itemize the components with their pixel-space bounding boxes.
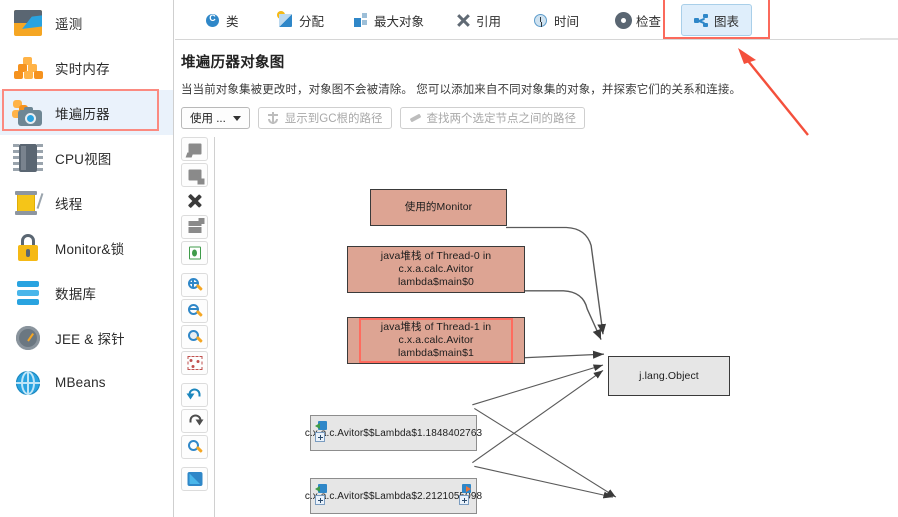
tab-label: 类: [226, 14, 239, 29]
database-icon: [11, 276, 45, 310]
graph-edges: [471, 226, 617, 499]
sidebar-item-label: Monitor&锁: [55, 241, 125, 257]
expand-outgoing-button[interactable]: [459, 495, 469, 505]
page-description: 当当前对象集被更改时，对象图不会被清除。 您可以添加来自不同对象集的对象，并探索…: [181, 84, 742, 96]
heap-walker-camera-icon: [11, 96, 45, 130]
sidebar-item-label: 数据库: [55, 286, 97, 302]
anchor-icon: [267, 111, 280, 125]
sidebar-item-jee-probes[interactable]: JEE & 探针: [0, 315, 173, 360]
incoming-reference-icon[interactable]: [315, 421, 328, 442]
show-path-to-gc-root-button[interactable]: 显示到GC根的路径: [257, 107, 392, 129]
tab-allocations[interactable]: 分配: [270, 4, 333, 36]
tab-label: 时间: [554, 14, 580, 29]
graph-node-label: 使用的Monitor: [404, 201, 473, 213]
telemetry-icon: [11, 6, 45, 40]
references-scissors-icon: [456, 13, 471, 28]
graph-node-monitor[interactable]: 使用的Monitor: [370, 189, 507, 226]
sidebar-item-label: MBeans: [55, 375, 106, 390]
graph-node-label: java堆栈 of Thread-1 in c.x.a.calc.Avitor …: [380, 321, 492, 359]
biggest-objects-icon: [354, 12, 369, 28]
graph-icon: [693, 13, 709, 28]
sidebar-item-cpu-views[interactable]: CPU视图: [0, 135, 173, 180]
page-title: 堆遍历器对象图: [181, 55, 285, 71]
graph-node-lambda-1[interactable]: c.x.a.c.Avitor$$Lambda$1.1848402763: [305, 415, 482, 451]
graph-panel: 使用的Monitor java堆栈 of Thread-0 in c.x.a.c…: [181, 137, 898, 517]
expand-incoming-button[interactable]: [315, 495, 325, 505]
graph-vertical-toolbar: [181, 137, 210, 517]
gauge-icon: [11, 321, 45, 355]
content-pane: 堆遍历器对象图 当当前对象集被更改时，对象图不会被清除。 您可以添加来自不同对象…: [175, 40, 898, 517]
undo-icon[interactable]: [181, 383, 208, 407]
tab-label: 分配: [299, 14, 325, 29]
zoom-in-icon[interactable]: [181, 273, 208, 297]
sidebar-item-heap-walker[interactable]: 堆遍历器: [0, 90, 173, 135]
sidebar-item-mbeans[interactable]: MBeans: [0, 360, 173, 405]
chevron-down-icon: [232, 115, 241, 121]
graph-action-buttons: 使用 ... 显示到GC根的路径 查找两个选定节点之间的路径: [181, 106, 586, 130]
tab-label: 最大对象: [374, 14, 425, 29]
outgoing-reference-icon[interactable]: [459, 484, 472, 505]
sidebar-item-telemetry[interactable]: 遥测: [0, 0, 173, 45]
allocation-icon: [277, 10, 294, 28]
tab-label: 检查: [636, 14, 662, 29]
zoom-reset-icon[interactable]: [181, 325, 208, 349]
clear-graph-icon[interactable]: [181, 241, 208, 265]
export-icon[interactable]: [181, 467, 208, 491]
globe-icon: [11, 366, 45, 400]
expand-incoming-button[interactable]: [315, 432, 325, 442]
class-circle-icon: [206, 13, 221, 28]
use-dropdown-label: 使用 ...: [190, 113, 226, 125]
sidebar-item-label: 遥测: [55, 16, 83, 32]
find-path-between-nodes-button[interactable]: 查找两个选定节点之间的路径: [399, 107, 586, 129]
graph-node-label: java堆栈 of Thread-0 in c.x.a.calc.Avitor …: [380, 250, 492, 288]
lock-icon: [11, 231, 45, 265]
remove-node-icon[interactable]: [181, 189, 208, 213]
tab-label: 引用: [476, 14, 502, 29]
pen-icon: [409, 112, 422, 125]
tab-time[interactable]: 时间: [525, 4, 588, 36]
show-path-label: 显示到GC根的路径: [284, 113, 383, 125]
sidebar-item-label: 线程: [55, 196, 83, 212]
live-memory-icon: [11, 51, 45, 85]
tab-classes[interactable]: 类: [197, 4, 248, 36]
graph-node-jlang-object[interactable]: j.lang.Object: [608, 356, 730, 396]
add-selection-icon[interactable]: [181, 137, 208, 161]
add-incoming-icon[interactable]: [181, 163, 208, 187]
graph-node-label: c.x.a.c.Avitor$$Lambda$2.2121055098: [304, 490, 483, 502]
graph-node-label: j.lang.Object: [639, 369, 699, 382]
sidebar-item-label: 实时内存: [55, 61, 110, 77]
tab-biggest-objects[interactable]: 最大对象: [345, 4, 433, 36]
graph-node-thread-1[interactable]: java堆栈 of Thread-1 in c.x.a.calc.Avitor …: [347, 317, 525, 364]
sidebar-item-monitors-locks[interactable]: Monitor&锁: [0, 225, 173, 270]
graph-node-lambda-2[interactable]: c.x.a.c.Avitor$$Lambda$2.2121055098: [305, 478, 482, 514]
tab-inspections[interactable]: 检查: [607, 4, 670, 36]
tab-label: 图表: [713, 14, 739, 29]
sidebar-item-live-memory[interactable]: 实时内存: [0, 45, 173, 90]
group-nodes-icon[interactable]: [181, 215, 208, 239]
redo-icon[interactable]: [181, 409, 208, 433]
clock-icon: [534, 13, 549, 28]
fit-content-icon[interactable]: [181, 351, 208, 375]
sidebar-item-label: JEE & 探针: [55, 331, 125, 347]
sidebar-item-threads[interactable]: 线程: [0, 180, 173, 225]
cpu-chip-icon: [11, 141, 45, 175]
tab-graph[interactable]: 图表: [681, 4, 752, 36]
sidebar-item-databases[interactable]: 数据库: [0, 270, 173, 315]
view-tabbar: 类 分配 最大对象 引用 时间 检查 图表: [175, 0, 898, 41]
find-path-label: 查找两个选定节点之间的路径: [426, 113, 577, 125]
zoom-out-icon[interactable]: [181, 299, 208, 323]
find-icon[interactable]: [181, 435, 208, 459]
use-dropdown-button[interactable]: 使用 ...: [181, 107, 250, 129]
graph-node-thread-0[interactable]: java堆栈 of Thread-0 in c.x.a.calc.Avitor …: [347, 246, 525, 293]
graph-canvas[interactable]: 使用的Monitor java堆栈 of Thread-0 in c.x.a.c…: [214, 137, 898, 517]
sidebar-item-label: 堆遍历器: [55, 106, 110, 122]
tab-references[interactable]: 引用: [447, 4, 510, 36]
thread-spool-icon: [11, 186, 45, 220]
sidebar-item-label: CPU视图: [55, 151, 112, 167]
inspections-gear-icon: [616, 13, 631, 28]
graph-node-label: c.x.a.c.Avitor$$Lambda$1.1848402763: [304, 427, 483, 439]
sidebar: 遥测 实时内存 堆遍历器 CPU视图 线程 Monitor&锁 数据库 JEE …: [0, 0, 174, 517]
app-window: 遥测 实时内存 堆遍历器 CPU视图 线程 Monitor&锁 数据库 JEE …: [0, 0, 898, 517]
incoming-reference-icon[interactable]: [315, 484, 328, 505]
